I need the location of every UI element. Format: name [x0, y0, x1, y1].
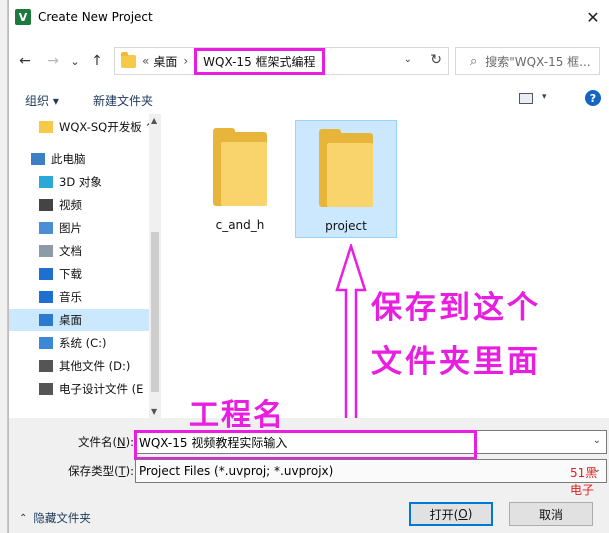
folder-item-c-and-h[interactable]: c_and_h	[189, 120, 291, 238]
open-button[interactable]: 打开(O)	[409, 502, 493, 526]
filetype-dropdown[interactable]: ⌄	[593, 464, 601, 475]
sidebar-item-label: 此电脑	[51, 152, 86, 166]
drive-icon	[39, 360, 53, 372]
command-toolbar: 组织 ▾ 新建文件夹 ▾ ?	[9, 84, 609, 114]
sidebar-item-label: 视频	[59, 198, 82, 212]
search-placeholder: 搜索"WQX-15 框...	[485, 54, 591, 69]
organize-button[interactable]: 组织 ▾	[25, 92, 59, 109]
3d-objects-icon	[39, 176, 53, 188]
filename-label: 文件名(N):	[78, 435, 134, 449]
folder-name: project	[325, 219, 367, 233]
navigation-bar: ← → ⌄ ↑ « 桌面 › WQX-15 框架式编程 ⌄ ↻ ⌕ 搜索"WQX…	[9, 46, 609, 76]
navigation-scrollbar[interactable]: ▲ ▼	[149, 114, 161, 418]
video-icon	[39, 199, 53, 211]
up-button[interactable]: ↑	[87, 50, 107, 72]
new-folder-button[interactable]: 新建文件夹	[93, 92, 153, 109]
chevron-up-icon: ⌃	[19, 512, 28, 524]
breadcrumb-separator[interactable]: ›	[183, 54, 188, 68]
navigation-pane: WQX-SQ开发板 ^ 此电脑 3D 对象视频图片文档下载音乐桌面系统 (C:) 其他…	[9, 114, 161, 418]
drive-icon	[39, 383, 53, 395]
sidebar-item[interactable]: 图片	[9, 217, 149, 239]
sidebar-item[interactable]: 其他文件 (D:)	[9, 355, 149, 377]
refresh-button[interactable]: ↻	[430, 52, 442, 68]
sidebar-item-label: WQX-SQ开发板 ^	[59, 120, 156, 134]
sidebar-item-label: 下载	[59, 267, 82, 281]
folder-icon	[319, 129, 373, 207]
sidebar-item-label: 桌面	[59, 313, 82, 327]
filename-row: 文件名(N): WQX-15 视频教程实际输入 ⌄	[9, 430, 609, 454]
address-bar[interactable]: « 桌面 › WQX-15 框架式编程 ⌄ ↻	[114, 47, 449, 75]
hide-folders-label: 隐藏文件夹	[33, 511, 91, 525]
sidebar-item-label: 音乐	[59, 290, 82, 304]
sidebar-item[interactable]: WQX-SQ开发板 ^	[9, 116, 155, 138]
sidebar-item-label: 系统 (C:)	[59, 336, 107, 350]
filetype-row: 保存类型(T): Project Files (*.uvproj; *.uvpr…	[9, 459, 609, 497]
sidebar-item-label: 电子设计文件 (E	[59, 382, 144, 396]
folder-name: c_and_h	[215, 218, 265, 232]
folder-item-project[interactable]: project	[295, 120, 397, 238]
sidebar-item[interactable]: 系统 (C:)	[9, 332, 149, 354]
folder-icon	[121, 51, 136, 68]
annotation-project-name: 工程名	[189, 398, 285, 433]
filename-dropdown[interactable]: ⌄	[593, 435, 601, 446]
close-button[interactable]: ✕	[581, 6, 605, 28]
annotation-up-arrow	[335, 244, 367, 430]
background-window-strip	[0, 0, 8, 533]
drive-c-icon	[39, 337, 53, 349]
folder-icon	[213, 128, 267, 206]
dialog-bottom-panel: 文件名(N): WQX-15 视频教程实际输入 ⌄ 保存类型(T): Proje…	[9, 418, 609, 533]
address-dropdown-button[interactable]: ⌄	[404, 54, 412, 65]
documents-icon	[39, 245, 53, 257]
filetype-select[interactable]: Project Files (*.uvproj; *.uvprojx) 51黑电…	[135, 459, 607, 497]
pictures-icon	[39, 222, 53, 234]
sidebar-item-label: 图片	[59, 221, 82, 235]
sidebar-item[interactable]: 视频	[9, 194, 149, 216]
forward-button[interactable]: →	[43, 50, 63, 72]
sidebar-item[interactable]: 此电脑	[9, 148, 149, 170]
filename-value: WQX-15 视频教程实际输入	[139, 435, 288, 450]
music-icon	[39, 291, 53, 303]
sidebar-item[interactable]: 下载	[9, 263, 149, 285]
sidebar-item[interactable]: 电子设计文件 (E	[9, 378, 149, 400]
recent-locations-button[interactable]: ⌄	[65, 50, 85, 72]
sidebar-item-label: 文档	[59, 244, 82, 258]
sidebar-item-label: 3D 对象	[59, 175, 102, 189]
sidebar-item[interactable]: 文档	[9, 240, 149, 262]
filetype-label: 保存类型(T):	[68, 464, 134, 478]
annotation-save-here-line2: 文件夹里面	[371, 344, 541, 380]
sidebar-item[interactable]: 3D 对象	[9, 171, 149, 193]
scroll-down-arrow[interactable]: ▼	[151, 407, 157, 416]
keil-app-icon: V	[15, 9, 31, 25]
view-options-icon[interactable]	[519, 93, 533, 104]
create-project-dialog: V Create New Project ✕ ← → ⌄ ↑ « 桌面 › WQ…	[8, 0, 609, 533]
dialog-title: Create New Project	[38, 10, 153, 24]
desktop-icon	[39, 314, 53, 326]
title-bar: V Create New Project ✕	[9, 0, 609, 34]
cancel-button[interactable]: 取消	[509, 502, 593, 526]
pc-icon	[31, 153, 45, 165]
sidebar-item[interactable]: 桌面	[9, 309, 149, 331]
sidebar-item-label: 其他文件 (D:)	[59, 359, 131, 373]
scroll-thumb[interactable]	[151, 232, 159, 392]
breadcrumb-current-folder[interactable]: WQX-15 框架式编程	[194, 47, 325, 75]
scroll-up-arrow[interactable]: ▲	[151, 116, 157, 125]
breadcrumb-desktop[interactable]: 桌面	[153, 53, 177, 70]
search-icon: ⌕	[470, 53, 478, 69]
sidebar-item[interactable]: 音乐	[9, 286, 149, 308]
download-icon	[39, 268, 53, 280]
hide-folders-toggle[interactable]: ⌃ 隐藏文件夹	[19, 510, 91, 526]
back-button[interactable]: ←	[15, 50, 35, 72]
breadcrumb-overflow[interactable]: «	[142, 54, 149, 68]
folder-icon	[39, 121, 53, 133]
search-box[interactable]: ⌕ 搜索"WQX-15 框...	[455, 47, 600, 75]
filetype-value: Project Files (*.uvproj; *.uvprojx)	[139, 464, 334, 478]
help-icon[interactable]: ?	[585, 90, 601, 106]
annotation-save-here-line1: 保存到这个	[371, 290, 541, 326]
view-options-dropdown[interactable]: ▾	[542, 92, 547, 102]
